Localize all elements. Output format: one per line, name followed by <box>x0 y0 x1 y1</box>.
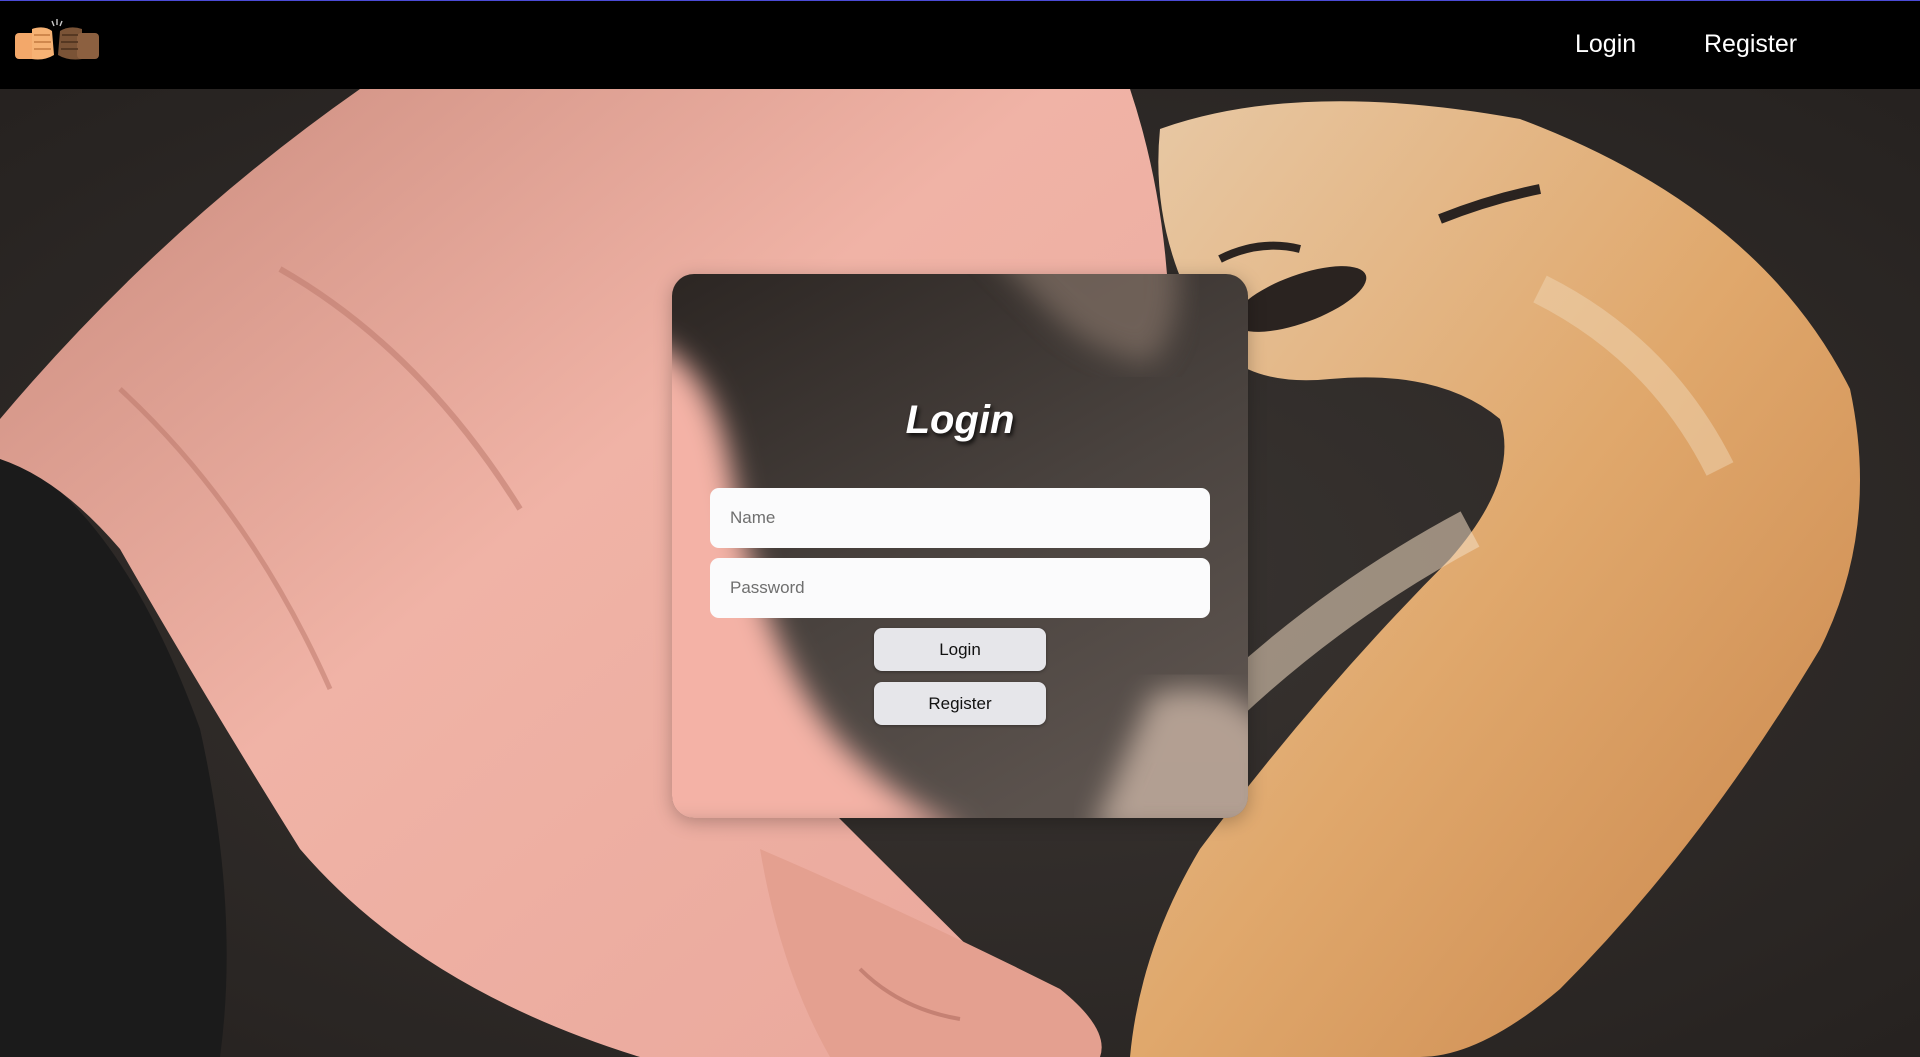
nav-register-link[interactable]: Register <box>1704 29 1797 59</box>
fist-bump-logo-icon[interactable] <box>14 15 100 67</box>
register-button[interactable]: Register <box>874 682 1046 725</box>
login-card: Login Login Register <box>672 274 1248 818</box>
page: Login Register Login Name Login Register <box>0 0 1920 1057</box>
top-navbar: Login Register <box>0 0 1920 89</box>
nav-login-link[interactable]: Login <box>1575 29 1636 59</box>
login-title: Login <box>905 398 1015 442</box>
login-button[interactable]: Login <box>874 628 1046 671</box>
name-input[interactable] <box>710 488 1210 548</box>
password-input[interactable] <box>710 558 1210 618</box>
